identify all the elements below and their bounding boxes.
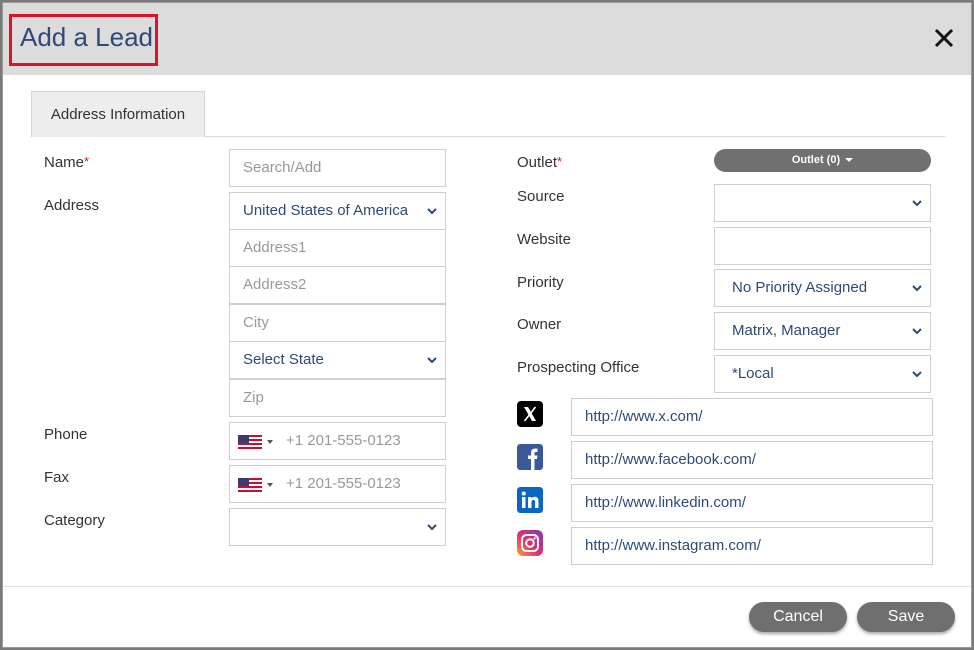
name-search-input[interactable]: Search/Add: [229, 149, 446, 187]
name-label: Name*: [44, 154, 89, 171]
priority-value: No Priority Assigned: [732, 279, 868, 296]
save-button[interactable]: Save: [857, 602, 955, 632]
zip-placeholder: Zip: [243, 389, 264, 406]
priority-select[interactable]: No Priority Assigned: [714, 269, 931, 307]
address2-placeholder: Address2: [243, 276, 307, 293]
cancel-button[interactable]: Cancel: [749, 602, 847, 632]
chevron-down-icon: [427, 357, 437, 364]
fax-placeholder: +1 201-555-0123: [286, 475, 401, 492]
facebook-url-input[interactable]: http://www.facebook.com/: [571, 441, 933, 479]
required-marker: *: [557, 154, 563, 169]
linkedin-url-input[interactable]: http://www.linkedin.com/: [571, 484, 933, 522]
city-input[interactable]: City: [229, 304, 446, 342]
chevron-down-icon: [912, 200, 922, 207]
address2-input[interactable]: Address2: [229, 266, 446, 304]
priority-label: Priority: [517, 274, 564, 291]
linkedin-url-value: http://www.linkedin.com/: [585, 494, 746, 511]
state-select[interactable]: Select State: [229, 341, 446, 379]
owner-select[interactable]: Matrix, Manager: [714, 312, 931, 350]
linkedin-icon: [517, 487, 543, 513]
close-icon: [934, 28, 954, 48]
outlet-dropdown-button[interactable]: Outlet (0): [714, 149, 931, 172]
x-icon: [517, 401, 543, 427]
fax-input[interactable]: +1 201-555-0123: [229, 465, 446, 503]
instagram-icon: [517, 530, 543, 556]
owner-label: Owner: [517, 316, 562, 333]
category-label: Category: [44, 512, 105, 529]
zip-input[interactable]: Zip: [229, 379, 446, 417]
prospecting-office-label: Prospecting Office: [517, 359, 640, 376]
country-dropdown-caret-icon[interactable]: [267, 440, 273, 444]
add-lead-dialog: Add a Lead Address Information Name* Sea…: [2, 2, 972, 648]
address-label: Address: [44, 197, 100, 214]
tab-address-information[interactable]: Address Information: [31, 91, 205, 137]
us-flag-icon[interactable]: [238, 478, 262, 492]
chevron-down-icon: [912, 285, 922, 292]
name-placeholder: Search/Add: [243, 159, 322, 176]
chevron-down-icon: [912, 371, 922, 378]
prospecting-office-select[interactable]: *Local: [714, 355, 931, 393]
facebook-icon: [517, 444, 543, 470]
name-label-text: Name: [44, 154, 85, 171]
caret-down-icon: [845, 158, 854, 163]
source-label: Source: [517, 188, 565, 205]
phone-label: Phone: [44, 426, 88, 443]
instagram-url-input[interactable]: http://www.instagram.com/: [571, 527, 933, 565]
country-value: United States of America: [243, 202, 409, 219]
chevron-down-icon: [427, 208, 437, 215]
fax-label: Fax: [44, 469, 70, 486]
outlet-label: Outlet*: [517, 154, 562, 171]
country-dropdown-caret-icon[interactable]: [267, 483, 273, 487]
source-select[interactable]: [714, 184, 931, 222]
x-url-input[interactable]: http://www.x.com/: [571, 398, 933, 436]
phone-placeholder: +1 201-555-0123: [286, 432, 401, 449]
address1-placeholder: Address1: [243, 239, 307, 256]
footer-divider: [3, 586, 971, 587]
outlet-label-text: Outlet: [517, 154, 558, 171]
owner-value: Matrix, Manager: [732, 322, 841, 339]
facebook-url-value: http://www.facebook.com/: [585, 451, 756, 468]
close-button[interactable]: [929, 23, 959, 53]
chevron-down-icon: [912, 328, 922, 335]
city-placeholder: City: [243, 314, 269, 331]
country-select[interactable]: United States of America: [229, 192, 446, 230]
instagram-url-value: http://www.instagram.com/: [585, 537, 761, 554]
address1-input[interactable]: Address1: [229, 229, 446, 267]
us-flag-icon[interactable]: [238, 435, 262, 449]
x-url-value: http://www.x.com/: [585, 408, 703, 425]
chevron-down-icon: [427, 524, 437, 531]
required-marker: *: [84, 154, 90, 169]
state-value: Select State: [243, 351, 324, 368]
dialog-title: Add a Lead: [20, 22, 154, 52]
prospecting-office-value: *Local: [732, 365, 774, 382]
website-input[interactable]: [714, 227, 931, 265]
category-select[interactable]: [229, 508, 446, 546]
outlet-button-label: Outlet (0): [791, 154, 841, 166]
website-label: Website: [517, 231, 571, 248]
phone-input[interactable]: +1 201-555-0123: [229, 422, 446, 460]
